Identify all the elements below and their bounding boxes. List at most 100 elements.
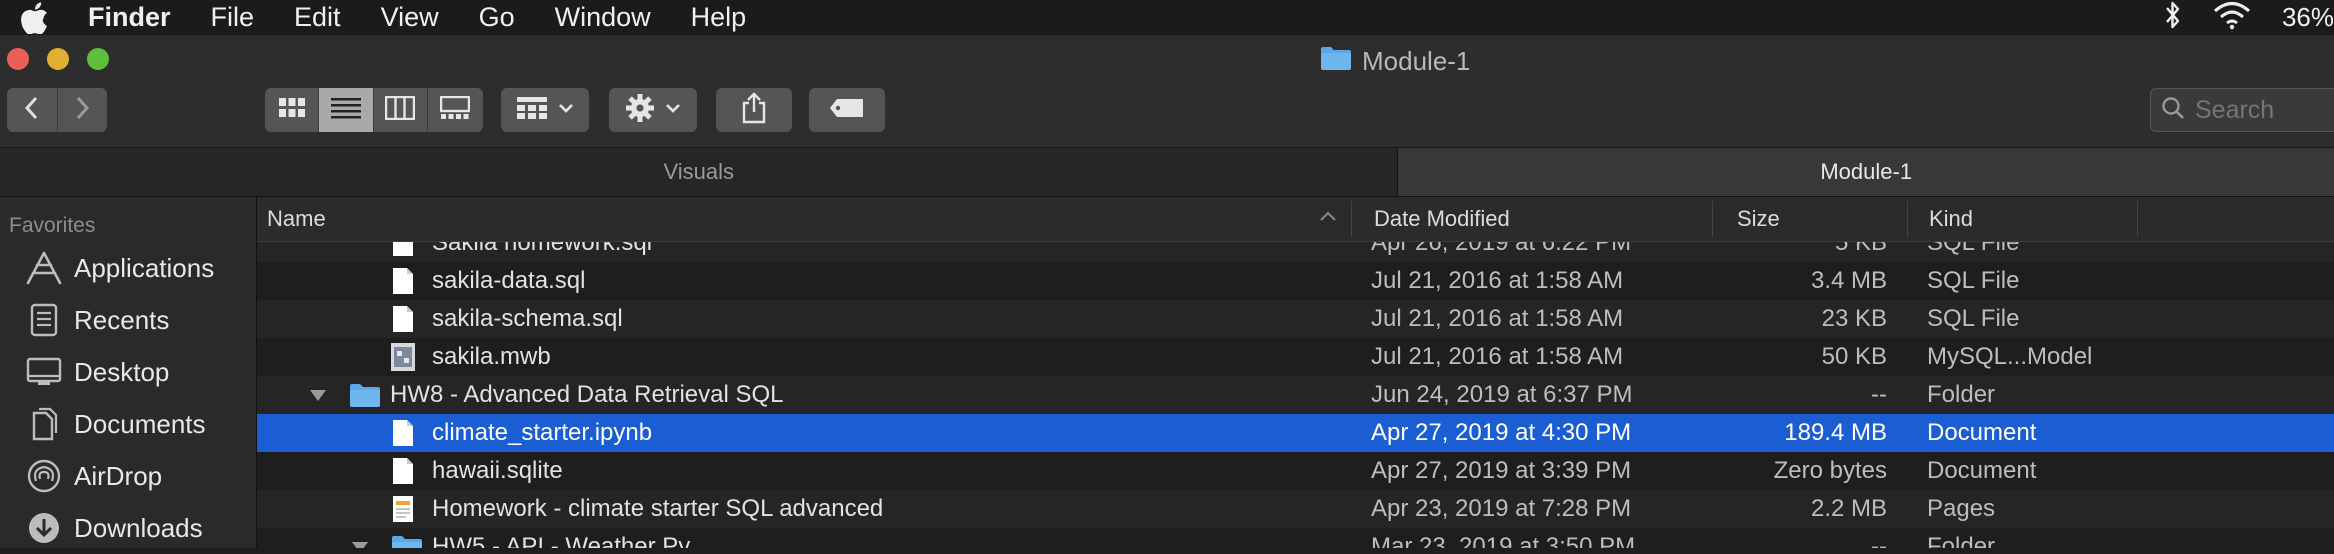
icon-view-button[interactable] <box>265 88 320 132</box>
share-icon <box>741 91 767 129</box>
column-header-label: Kind <box>1929 206 1974 231</box>
file-name: sakila-schema.sql <box>432 305 623 332</box>
file-date: Jun 24, 2019 at 6:37 PM <box>1371 381 1633 408</box>
file-kind: SQL File <box>1927 305 2020 332</box>
menu-help[interactable]: Help <box>691 2 747 33</box>
bluetooth-icon[interactable] <box>2164 0 2182 35</box>
disclosure-triangle-icon[interactable] <box>351 528 369 548</box>
file-row-selected[interactable]: climate_starter.ipynb Apr 27, 2019 at 4:… <box>257 414 2334 452</box>
column-header-size[interactable]: Size <box>1737 197 1857 241</box>
edit-tags-button[interactable] <box>809 88 885 132</box>
sidebar-item-label: Documents <box>74 408 206 439</box>
file-kind: Document <box>1927 457 2037 484</box>
menu-go[interactable]: Go <box>479 2 515 33</box>
document-icon <box>392 414 414 452</box>
menu-bar: Finder File Edit View Go Window Help 36% <box>0 0 2334 35</box>
file-kind: Pages <box>1927 495 1996 522</box>
folder-icon <box>391 528 423 548</box>
column-header-label: Date Modified <box>1374 206 1510 231</box>
gear-icon <box>625 93 655 128</box>
search-input[interactable] <box>2193 94 2334 126</box>
sidebar-item-recents[interactable]: Recents <box>0 294 256 346</box>
view-mode-control <box>265 88 483 132</box>
file-date: Apr 27, 2019 at 3:39 PM <box>1371 457 1632 484</box>
desktop-icon <box>24 352 64 392</box>
disclosure-triangle-icon[interactable] <box>309 376 327 414</box>
pages-document-icon <box>392 490 414 528</box>
tab-visuals[interactable]: Visuals <box>0 148 1399 196</box>
list-view-button[interactable] <box>319 88 374 132</box>
tab-module-1[interactable]: Module-1 <box>1398 148 2334 196</box>
sidebar-item-label: Desktop <box>74 356 170 387</box>
file-name: Sakila homework.sql <box>432 242 653 256</box>
grid-icon <box>278 97 306 124</box>
back-button[interactable] <box>7 88 58 132</box>
close-window-button[interactable] <box>7 48 29 70</box>
battery-percent[interactable]: 36% <box>2282 2 2334 33</box>
forward-button[interactable] <box>58 88 108 132</box>
chevron-down-icon <box>665 101 681 119</box>
minimize-window-button[interactable] <box>47 48 69 70</box>
file-date: Jul 21, 2016 at 1:58 AM <box>1371 305 1624 332</box>
menu-edit[interactable]: Edit <box>294 2 341 33</box>
group-by-button[interactable] <box>501 88 589 132</box>
sidebar-item-desktop[interactable]: Desktop <box>0 346 256 398</box>
sidebar-item-label: AirDrop <box>74 460 163 491</box>
file-name: sakila-data.sql <box>432 267 586 294</box>
column-separator[interactable] <box>1712 201 1713 237</box>
file-row[interactable]: Homework - climate starter SQL advanced … <box>257 490 2334 528</box>
sort-ascending-icon <box>1319 207 1337 232</box>
column-separator[interactable] <box>1351 201 1352 237</box>
menu-finder[interactable]: Finder <box>88 2 171 33</box>
file-name: climate_starter.ipynb <box>432 419 653 446</box>
menu-view[interactable]: View <box>381 2 439 33</box>
model-file-icon <box>390 338 416 376</box>
gallery-view-button[interactable] <box>428 88 483 132</box>
menu-window[interactable]: Window <box>555 2 651 33</box>
applications-icon <box>24 248 64 288</box>
file-kind: Folder <box>1927 533 1996 548</box>
file-kind: Document <box>1927 419 2037 446</box>
menu-file[interactable]: File <box>211 2 255 33</box>
file-kind: Folder <box>1927 381 1996 408</box>
action-menu-button[interactable] <box>609 88 697 132</box>
recents-icon <box>24 300 64 340</box>
wifi-icon[interactable] <box>2212 0 2252 35</box>
file-size: 2.2 MB <box>1810 495 1887 522</box>
airdrop-icon <box>24 456 64 496</box>
sidebar-item-airdrop[interactable]: AirDrop <box>0 450 256 502</box>
file-row[interactable]: sakila-schema.sql Jul 21, 2016 at 1:58 A… <box>257 300 2334 338</box>
file-size: 5 KB <box>1834 242 1887 256</box>
sidebar-item-applications[interactable]: Applications <box>0 242 256 294</box>
sidebar-item-downloads[interactable]: Downloads <box>0 502 256 554</box>
file-row[interactable]: hawaii.sqlite Apr 27, 2019 at 3:39 PM Ze… <box>257 452 2334 490</box>
file-row[interactable]: sakila.mwb Jul 21, 2016 at 1:58 AM 50 KB… <box>257 338 2334 376</box>
file-row[interactable]: Sakila homework.sql Apr 26, 2019 at 6:22… <box>257 242 2334 262</box>
document-icon <box>392 300 414 338</box>
column-separator[interactable] <box>1907 201 1908 237</box>
folder-row[interactable]: HW8 - Advanced Data Retrieval SQL Jun 24… <box>257 376 2334 414</box>
column-header-date-modified[interactable]: Date Modified <box>1374 197 1624 241</box>
column-view-button[interactable] <box>374 88 428 132</box>
sidebar-item-documents[interactable]: Documents <box>0 398 256 450</box>
column-header-kind[interactable]: Kind <box>1929 197 2129 241</box>
search-field[interactable] <box>2150 88 2334 132</box>
file-row[interactable]: sakila-data.sql Jul 21, 2016 at 1:58 AM … <box>257 262 2334 300</box>
file-date: Apr 26, 2019 at 6:22 PM <box>1371 242 1632 256</box>
sidebar-header-favorites: Favorites <box>9 214 96 237</box>
share-button[interactable] <box>716 88 792 132</box>
folder-icon <box>349 376 381 414</box>
folder-icon <box>1320 45 1352 78</box>
column-header-name[interactable]: Name <box>267 197 1347 241</box>
zoom-window-button[interactable] <box>87 48 109 70</box>
document-icon <box>392 262 414 300</box>
document-icon <box>392 452 414 490</box>
search-icon <box>2161 96 2185 125</box>
window-title: Module-1 <box>1320 45 1470 78</box>
file-date: Mar 23, 2019 at 3:50 PM <box>1371 533 1636 548</box>
apple-menu-icon[interactable] <box>18 1 50 34</box>
column-separator[interactable] <box>2137 201 2138 237</box>
file-size: -- <box>1871 381 1887 408</box>
folder-row[interactable]: HW5 - API - Weather Py Mar 23, 2019 at 3… <box>257 528 2334 548</box>
chevron-down-icon <box>558 101 574 119</box>
